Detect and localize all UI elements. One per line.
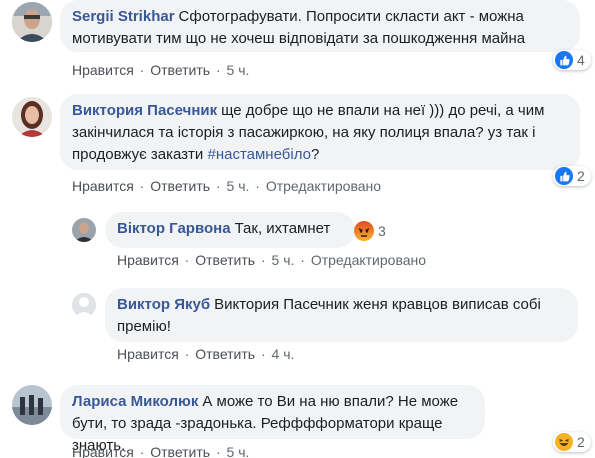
separator: · (215, 444, 221, 458)
comment-bubble: Sergii Strikhar Сфотографувати. Попросити… (60, 0, 580, 52)
reaction-count: 2 (577, 168, 585, 184)
like-link[interactable]: Нравится (72, 178, 134, 194)
comment-author[interactable]: Sergii Strikhar (72, 8, 175, 25)
comment-author[interactable]: Виктор Якуб (117, 296, 210, 313)
like-link[interactable]: Нравится (117, 252, 179, 268)
avatar[interactable] (12, 2, 52, 42)
separator: · (139, 444, 145, 458)
edited-label: Отредактировано (310, 252, 427, 268)
comment-actions: Нравится · Ответить · 5 ч. (72, 62, 249, 78)
comment-actions: Нравится · Ответить · 4 ч. (117, 346, 294, 362)
separator: · (184, 252, 190, 268)
reaction-count: 3 (378, 223, 386, 239)
separator: · (184, 346, 190, 362)
comment-bubble: Виктор Якуб Виктория Пасечник женя кравцо… (105, 288, 578, 342)
avatar[interactable] (72, 293, 96, 317)
reply-link[interactable]: Ответить (195, 252, 255, 268)
comment-actions: Нравится · Ответить · 5 ч. (72, 444, 249, 458)
reaction-summary[interactable]: 3 (352, 221, 392, 241)
reaction-count: 4 (577, 52, 585, 68)
comment-actions: Нравится · Ответить · 5 ч. · Отредактиро… (117, 252, 426, 268)
comment-bubble: Виктория Пасечник ще добре що не впали на… (60, 94, 580, 170)
edited-label: Отредактировано (265, 178, 382, 194)
comment-actions: Нравится · Ответить · 5 ч. · Отредактиро… (72, 178, 381, 194)
comment-text: Так, ихтамнет (234, 220, 331, 237)
avatar[interactable] (12, 97, 52, 137)
comment-author[interactable]: Лариса Миколюк (72, 393, 198, 410)
timestamp[interactable]: 5 ч. (227, 62, 250, 78)
reply-link[interactable]: Ответить (150, 444, 210, 458)
timestamp[interactable]: 5 ч. (227, 444, 250, 458)
like-icon (555, 167, 573, 185)
like-link[interactable]: Нравится (72, 62, 134, 78)
comment-bubble: Лариса Миколюк А може то Ви на ню впали? … (60, 385, 485, 454)
reply-link[interactable]: Ответить (195, 346, 255, 362)
comment-text-end: ? (310, 146, 320, 163)
separator: · (215, 178, 221, 194)
like-link[interactable]: Нравится (117, 346, 179, 362)
timestamp[interactable]: 5 ч. (272, 252, 295, 268)
reaction-summary[interactable]: 2 (553, 166, 591, 186)
comment-bubble: Віктор Гарвона Так, ихтамнет (105, 212, 355, 248)
reply-link[interactable]: Ответить (150, 178, 210, 194)
comment-author[interactable]: Віктор Гарвона (117, 220, 231, 237)
separator: · (255, 178, 260, 194)
separator: · (139, 62, 145, 78)
comment-author[interactable]: Виктория Пасечник (72, 102, 217, 119)
separator: · (215, 62, 221, 78)
timestamp[interactable]: 5 ч. (227, 178, 250, 194)
separator: · (139, 178, 145, 194)
like-icon (555, 51, 573, 69)
reaction-summary[interactable]: 2 (553, 432, 591, 452)
timestamp[interactable]: 4 ч. (272, 346, 295, 362)
haha-icon (555, 433, 573, 451)
reaction-summary[interactable]: 4 (553, 50, 591, 70)
angry-icon (354, 221, 374, 241)
reaction-count: 2 (577, 434, 585, 450)
separator: · (260, 346, 266, 362)
like-link[interactable]: Нравится (72, 444, 134, 458)
avatar[interactable] (72, 218, 96, 242)
avatar[interactable] (12, 385, 52, 425)
separator: · (300, 252, 305, 268)
reply-link[interactable]: Ответить (150, 62, 210, 78)
hashtag-link[interactable]: #настамнебіло (207, 146, 310, 163)
separator: · (260, 252, 266, 268)
